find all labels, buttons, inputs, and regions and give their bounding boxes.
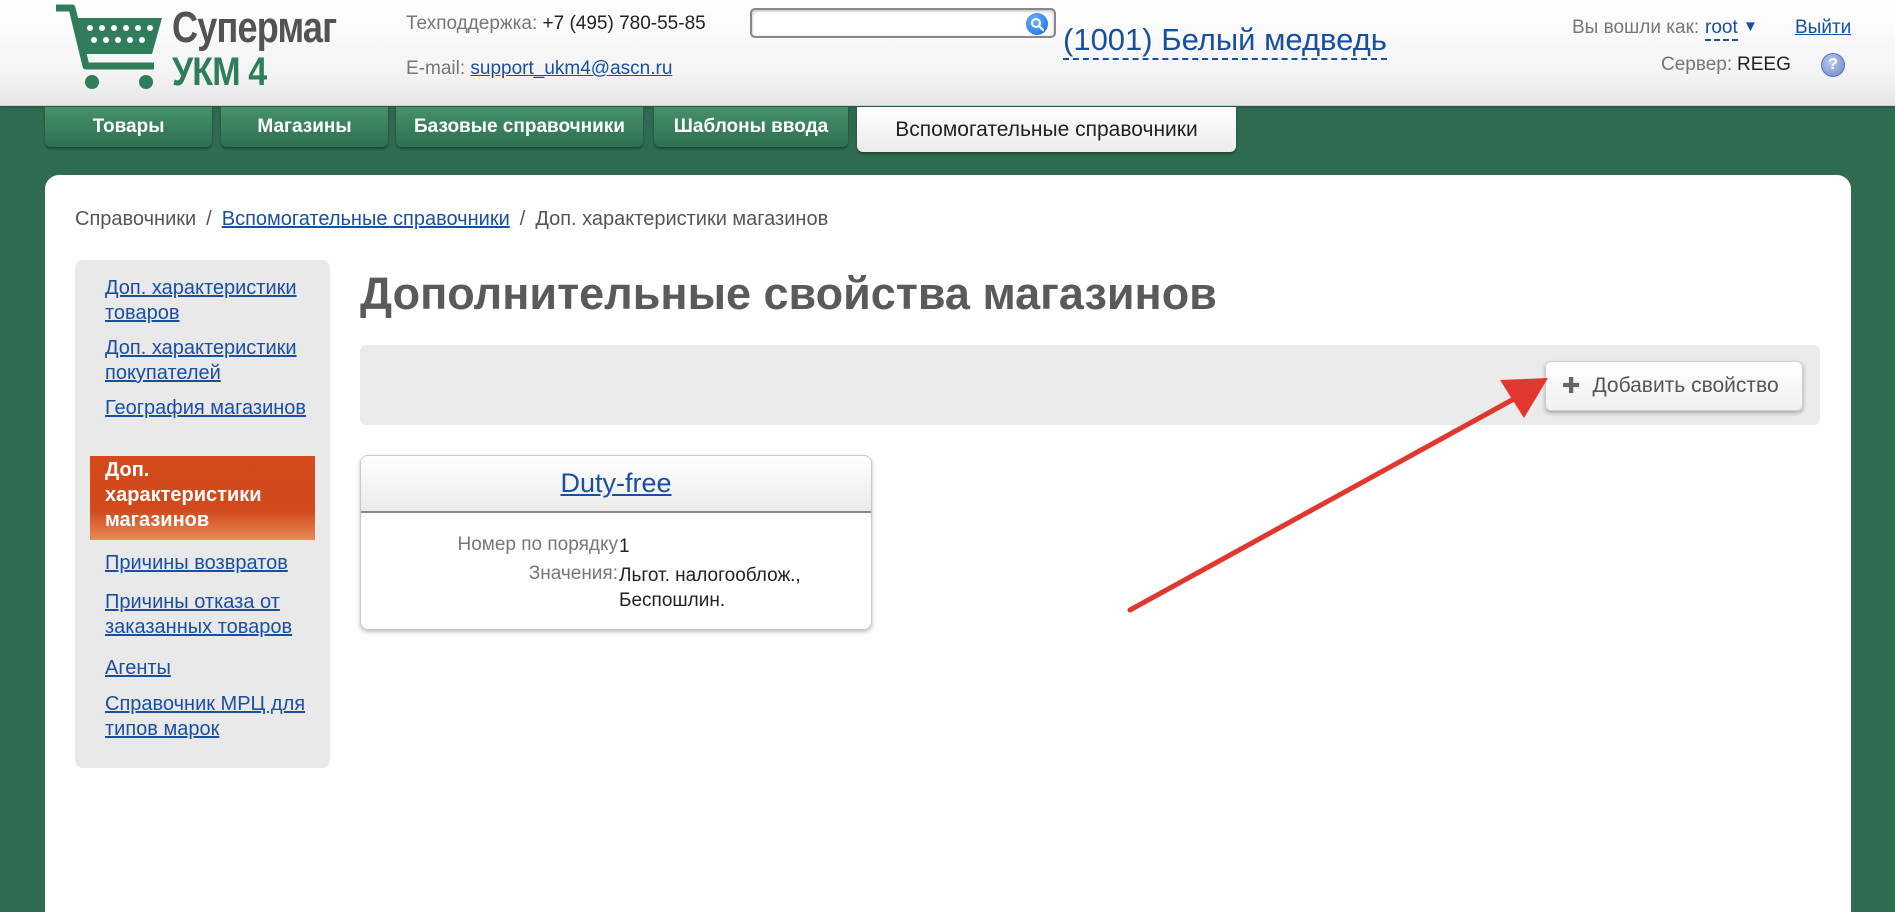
- user-menu[interactable]: root: [1705, 17, 1738, 41]
- store-selector[interactable]: (1001) Белый медведь: [1063, 22, 1387, 60]
- sidebar-item-agents[interactable]: Агенты: [105, 656, 320, 681]
- sidebar-item-goods-characteristics[interactable]: Доп. характеристики товаров: [105, 276, 320, 326]
- breadcrumb: Справочники / Вспомогательные справочники /…: [75, 208, 828, 231]
- sidebar-item-mrp-directory[interactable]: Справочник МРЦ для типов марок: [105, 692, 320, 742]
- logo-title: Супермаг: [172, 3, 337, 52]
- support-label: Техподдержка:: [406, 13, 538, 34]
- sidebar-item-refusal-reasons[interactable]: Причины отказа от заказанных товаров: [105, 590, 320, 640]
- values-label: Значения:: [528, 563, 618, 584]
- breadcrumb-root: Справочники: [75, 208, 197, 230]
- breadcrumb-parent-link[interactable]: Вспомогательные справочники: [222, 208, 510, 230]
- breadcrumb-separator: /: [206, 208, 212, 230]
- property-card: Duty-free Номер по порядку 1 Значения: Л…: [360, 455, 872, 630]
- sidebar-item-store-characteristics[interactable]: Доп. характеристики магазинов: [90, 456, 315, 540]
- add-property-label: Добавить свойство: [1592, 374, 1779, 397]
- logo-subtitle: УКМ 4: [172, 50, 267, 94]
- caret-down-icon[interactable]: ▼: [1743, 18, 1758, 35]
- email-contact: E-mail: support_ukm4@ascn.ru: [406, 58, 672, 80]
- shopping-cart-icon: [56, 4, 162, 89]
- order-label: Номер по порядку: [457, 534, 618, 555]
- values-value: Льгот. налогооблож., Беспошлин.: [619, 565, 801, 611]
- email-link[interactable]: support_ukm4@ascn.ru: [470, 58, 672, 79]
- tab-stores[interactable]: Магазины: [221, 107, 388, 147]
- property-card-header: Duty-free: [361, 456, 871, 513]
- tab-base-directories[interactable]: Базовые справочники: [396, 107, 643, 147]
- logo[interactable]: Супермаг УКМ 4: [52, 0, 352, 100]
- tab-auxiliary-directories[interactable]: Вспомогательные справочники: [857, 107, 1236, 152]
- tab-goods[interactable]: Товары: [45, 107, 212, 147]
- plus-icon: ✚: [1562, 373, 1581, 398]
- sidebar-item-customer-characteristics[interactable]: Доп. характеристики покупателей: [105, 336, 320, 386]
- sidebar-item-store-geography[interactable]: География магазинов: [105, 396, 320, 421]
- search-icon: [1031, 18, 1044, 31]
- page-title: Дополнительные свойства магазинов: [360, 268, 1217, 319]
- support-phone: +7 (495) 780-55-85: [542, 13, 706, 34]
- add-property-button[interactable]: ✚ Добавить свойство: [1545, 361, 1803, 411]
- help-icon[interactable]: ?: [1821, 53, 1845, 77]
- login-label: Вы вошли как:: [1572, 17, 1700, 38]
- order-value: 1: [619, 536, 630, 557]
- server-value: REEG: [1737, 54, 1791, 75]
- property-title-link[interactable]: Duty-free: [560, 468, 671, 499]
- search-button[interactable]: [1026, 13, 1048, 35]
- logout-link[interactable]: Выйти: [1795, 17, 1851, 39]
- breadcrumb-separator: /: [519, 208, 526, 230]
- tab-input-templates[interactable]: Шаблоны ввода: [654, 107, 848, 147]
- breadcrumb-current: Доп. характеристики магазинов: [535, 208, 829, 230]
- search-input[interactable]: [758, 10, 1018, 36]
- search-box: [750, 8, 1056, 38]
- email-label: E-mail:: [406, 58, 466, 79]
- sidebar-item-return-reasons[interactable]: Причины возвратов: [105, 551, 320, 576]
- server-label: Сервер:: [1661, 54, 1733, 75]
- support-contact: Техподдержка: +7 (495) 780-55-85: [406, 13, 706, 35]
- top-header: Супермаг УКМ 4 Техподдержка: +7 (495) 78…: [0, 0, 1895, 106]
